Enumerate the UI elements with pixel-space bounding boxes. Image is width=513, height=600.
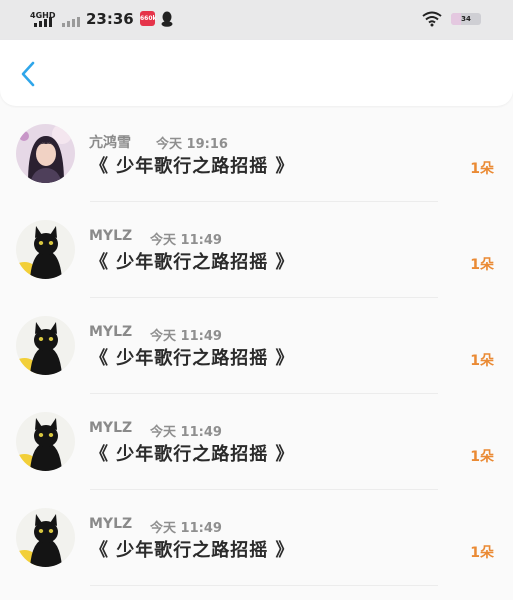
gift-list: 亢鸿雪 今天 19:16 《 少年歌行之路招摇 》 1朵 MYLZ 今天 11:…: [0, 106, 513, 586]
black-cat-avatar: [16, 508, 75, 567]
list-item[interactable]: 亢鸿雪 今天 19:16 《 少年歌行之路招摇 》 1朵: [0, 106, 513, 202]
signal-icon: [34, 17, 52, 27]
sender-name: MYLZ: [89, 324, 133, 340]
list-item[interactable]: MYLZ 今天 11:49 《 少年歌行之路招摇 》 1朵: [0, 202, 513, 298]
avatar[interactable]: [16, 412, 75, 471]
song-title: 《 少年歌行之路招摇 》: [90, 252, 295, 273]
song-title: 《 少年歌行之路招摇 》: [90, 444, 295, 465]
status-time: 23:36: [86, 10, 134, 28]
sender-name: MYLZ: [89, 420, 133, 436]
send-time: 今天 11:49: [150, 233, 222, 248]
black-cat-avatar: [16, 412, 75, 471]
list-item[interactable]: MYLZ 今天 11:49 《 少年歌行之路招摇 》 1朵: [0, 298, 513, 394]
song-title: 《 少年歌行之路招摇 》: [90, 156, 295, 177]
sender-name: MYLZ: [89, 228, 133, 244]
avatar-photo: [16, 124, 75, 183]
sender-name: MYLZ: [89, 516, 133, 532]
send-time: 今天 19:16: [156, 137, 228, 152]
avatar[interactable]: [16, 220, 75, 279]
battery-level: 34: [461, 15, 471, 23]
flower-count: 1朵: [470, 353, 494, 369]
avatar[interactable]: [16, 124, 75, 183]
send-time: 今天 11:49: [150, 521, 222, 536]
send-time: 今天 11:49: [150, 329, 222, 344]
sender-name: 亢鸿雪: [89, 135, 131, 151]
send-time: 今天 11:49: [150, 425, 222, 440]
avatar[interactable]: [16, 508, 75, 567]
wifi-icon: [422, 11, 442, 27]
status-bar: 4GHD 23:36 660k 34: [0, 0, 513, 40]
song-title: 《 少年歌行之路招摇 》: [90, 348, 295, 369]
black-cat-avatar: [16, 220, 75, 279]
chevron-left-icon: [21, 61, 35, 87]
flower-count: 1朵: [470, 449, 494, 465]
flower-count: 1朵: [470, 257, 494, 273]
list-item[interactable]: MYLZ 今天 11:49 《 少年歌行之路招摇 》 1朵: [0, 394, 513, 490]
avatar[interactable]: [16, 316, 75, 375]
battery-icon: 34: [451, 13, 481, 25]
back-button[interactable]: [14, 60, 42, 88]
app-notification-icon: 660k: [140, 11, 157, 26]
divider: [90, 585, 438, 586]
flower-count: 1朵: [470, 161, 494, 177]
list-item[interactable]: MYLZ 今天 11:49 《 少年歌行之路招摇 》 1朵: [0, 490, 513, 586]
black-cat-avatar: [16, 316, 75, 375]
song-title: 《 少年歌行之路招摇 》: [90, 540, 295, 561]
qq-icon: [161, 11, 173, 27]
signal-secondary-icon: [62, 17, 80, 27]
header: [0, 40, 513, 106]
flower-count: 1朵: [470, 545, 494, 561]
